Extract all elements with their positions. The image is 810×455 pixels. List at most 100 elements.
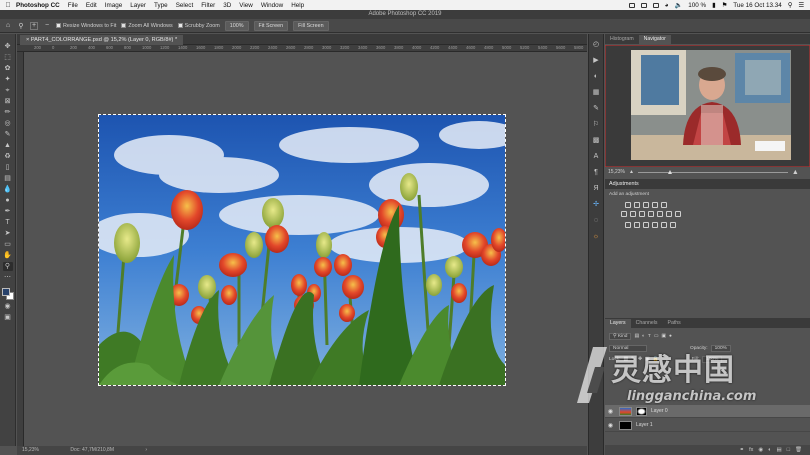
menu-list-icon[interactable]: ☰ bbox=[798, 2, 804, 9]
canvas-area[interactable] bbox=[24, 52, 587, 446]
wifi-icon[interactable]: ◕ bbox=[665, 2, 669, 9]
history-brush-icon[interactable]: ♻ bbox=[3, 152, 13, 161]
resize-windows-checkbox[interactable]: Resize Windows to Fit bbox=[56, 23, 116, 29]
menu-help[interactable]: Help bbox=[291, 2, 304, 9]
zoom-100-button[interactable]: 100% bbox=[224, 20, 249, 31]
status-icon[interactable] bbox=[652, 2, 659, 8]
crop-tool-icon[interactable]: ⌖ bbox=[3, 86, 13, 95]
battery-icon[interactable]: ▮ bbox=[712, 2, 715, 9]
stamp-tool-icon[interactable]: ▲ bbox=[3, 141, 13, 150]
lasso-tool-icon[interactable]: ✿ bbox=[3, 64, 13, 73]
link-layers-icon[interactable]: ⚭ bbox=[739, 447, 744, 453]
filter-shape-icon[interactable]: ▭ bbox=[654, 334, 659, 339]
paragraph-panel-icon[interactable]: ¶ bbox=[591, 168, 601, 178]
adjustments-panel-icon[interactable]: ✢ bbox=[591, 200, 601, 210]
actions-panel-icon[interactable]: ▶ bbox=[591, 56, 601, 66]
vibrance-icon[interactable] bbox=[661, 202, 667, 208]
shadows-icon[interactable] bbox=[661, 222, 667, 228]
styles-panel-icon[interactable]: ◌ bbox=[591, 216, 601, 226]
zoom-out-icon[interactable]: − bbox=[43, 22, 51, 30]
eye-icon[interactable]: ◉ bbox=[605, 422, 616, 429]
close-icon[interactable]: × bbox=[26, 37, 29, 43]
quick-select-tool-icon[interactable]: ✦ bbox=[3, 75, 13, 84]
new-group-icon[interactable]: ▤ bbox=[776, 447, 781, 453]
status-icon[interactable] bbox=[640, 2, 647, 8]
eye-icon[interactable]: ◉ bbox=[605, 408, 616, 415]
add-mask-icon[interactable]: ◉ bbox=[758, 447, 763, 453]
threshold-icon[interactable] bbox=[634, 222, 640, 228]
status-doc-size[interactable]: Doc: 47,7M/210,8M bbox=[70, 447, 114, 453]
screen-mode-icon[interactable]: ▣ bbox=[3, 313, 13, 322]
battery-text[interactable]: 100 % bbox=[688, 2, 706, 9]
menu-edit[interactable]: Edit bbox=[86, 2, 97, 9]
marquee-tool-icon[interactable]: ⬚ bbox=[3, 53, 13, 62]
color-swatches[interactable] bbox=[1, 288, 14, 300]
new-layer-icon[interactable]: □ bbox=[787, 447, 790, 453]
status-zoom[interactable]: 15,23% bbox=[22, 447, 39, 453]
layer-mask-thumbnail[interactable] bbox=[636, 406, 647, 416]
hand-tool-icon[interactable]: ✋ bbox=[3, 251, 13, 260]
app-menu[interactable]: Photoshop CC bbox=[16, 2, 60, 9]
layer-row[interactable]: ◉ Layer 1 bbox=[605, 419, 810, 432]
healing-tool-icon[interactable]: ◎ bbox=[3, 119, 13, 128]
layer-style-icon[interactable]: fx bbox=[749, 447, 753, 453]
glyphs-panel-icon[interactable]: Я bbox=[591, 184, 601, 194]
fill-screen-button[interactable]: Fill Screen bbox=[293, 20, 329, 31]
menu-select[interactable]: Select bbox=[176, 2, 194, 9]
layer-name[interactable]: Layer 0 bbox=[651, 408, 668, 414]
zoom-out-small-icon[interactable]: ▲ bbox=[629, 169, 634, 175]
move-tool-icon[interactable]: ✥ bbox=[3, 42, 13, 51]
zoom-all-checkbox[interactable]: Zoom All Windows bbox=[121, 23, 173, 29]
pen-tool-icon[interactable]: ✒ bbox=[3, 207, 13, 216]
tab-navigator[interactable]: Navigator bbox=[638, 35, 671, 44]
edit-toolbar-icon[interactable]: ⋯ bbox=[3, 273, 13, 282]
home-icon[interactable]: ⌂ bbox=[4, 22, 12, 30]
layer-row[interactable]: ◉ Layer 0 bbox=[605, 405, 810, 418]
tab-histogram[interactable]: Histogram bbox=[605, 35, 639, 44]
type-tool-icon[interactable]: T bbox=[3, 218, 13, 227]
status-icon[interactable] bbox=[628, 2, 635, 8]
blur-tool-icon[interactable]: 💧 bbox=[3, 185, 13, 194]
exposure-icon[interactable] bbox=[652, 202, 658, 208]
menu-image[interactable]: Image bbox=[105, 2, 123, 9]
character-panel-icon[interactable]: A bbox=[591, 152, 601, 162]
quick-mask-icon[interactable]: ◉ bbox=[3, 302, 13, 311]
zoom-tool-icon[interactable]: ⚲ bbox=[17, 22, 25, 30]
zoom-in-large-icon[interactable]: ▲ bbox=[792, 169, 799, 176]
color-lookup-icon[interactable] bbox=[666, 211, 672, 217]
hue-saturation-icon[interactable] bbox=[621, 211, 627, 217]
black-white-icon[interactable] bbox=[639, 211, 645, 217]
tab-layers[interactable]: Layers bbox=[605, 319, 631, 328]
brush-tool-icon[interactable]: ✎ bbox=[3, 130, 13, 139]
brush-panel-icon[interactable]: ✎ bbox=[591, 104, 601, 114]
delete-layer-icon[interactable]: 🗑 bbox=[795, 447, 802, 453]
opacity-field[interactable]: 100% bbox=[710, 345, 731, 352]
adjustments-title[interactable]: Adjustments bbox=[609, 181, 639, 187]
tool-presets-icon[interactable]: ▩ bbox=[591, 136, 601, 146]
menu-window[interactable]: Window bbox=[261, 2, 283, 9]
menu-type[interactable]: Type bbox=[154, 2, 168, 9]
history-panel-icon[interactable]: ◴ bbox=[591, 40, 601, 50]
menu-file[interactable]: File bbox=[68, 2, 78, 9]
photo-filter-icon[interactable] bbox=[648, 211, 654, 217]
kind-filter-select[interactable]: ⚲ Kind bbox=[609, 333, 632, 340]
new-adjustment-icon[interactable]: ◐ bbox=[768, 447, 771, 453]
brightness-icon[interactable] bbox=[625, 202, 631, 208]
flag-icon[interactable]: ⚑ bbox=[722, 2, 728, 9]
menu-3d[interactable]: 3D bbox=[223, 2, 231, 9]
eyedropper-tool-icon[interactable]: ✏ bbox=[3, 108, 13, 117]
menu-filter[interactable]: Filter bbox=[201, 2, 215, 9]
navigator-zoom-value[interactable]: 15,23% bbox=[608, 169, 625, 175]
navigator-thumbnail[interactable] bbox=[604, 44, 810, 168]
curves-icon[interactable] bbox=[643, 202, 649, 208]
filter-pixel-icon[interactable]: ▤ bbox=[634, 334, 639, 339]
tulip-photo[interactable] bbox=[98, 114, 506, 386]
lock-pixels-icon[interactable]: ▩ bbox=[623, 357, 628, 362]
lock-position-icon[interactable]: ✥ bbox=[638, 357, 642, 362]
zoom-tool-icon[interactable]: ⚲ bbox=[2, 262, 13, 271]
invert-icon[interactable] bbox=[675, 211, 681, 217]
filter-toggle-icon[interactable]: ● bbox=[669, 334, 672, 339]
zoom-in-icon[interactable]: + bbox=[30, 21, 38, 30]
foreground-color[interactable] bbox=[1, 288, 10, 296]
lock-artboard-icon[interactable]: ▣ bbox=[645, 357, 650, 362]
